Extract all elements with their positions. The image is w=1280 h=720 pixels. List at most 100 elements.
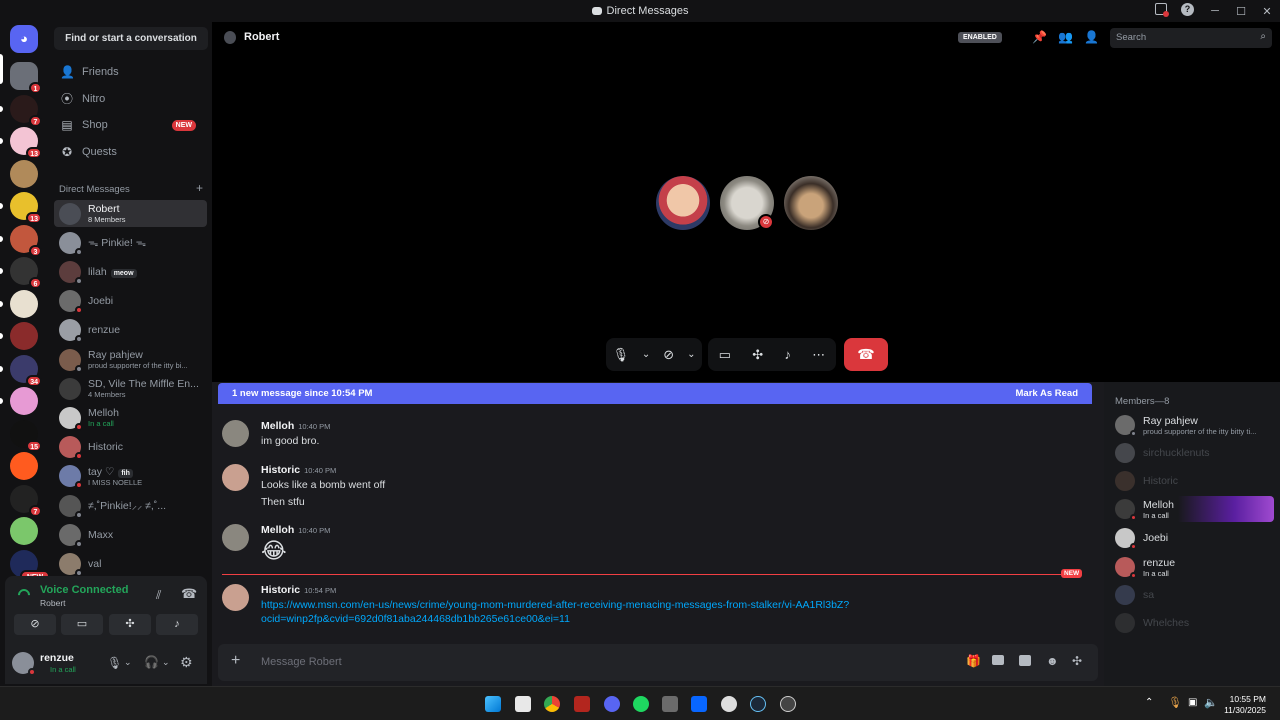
member-item[interactable]: sa [1114,582,1274,608]
calculator-icon[interactable] [662,696,678,712]
message-author[interactable]: Historic 10:54 PM [261,584,336,596]
mark-as-read-button[interactable]: Mark As Read [1016,383,1078,404]
dm-item[interactable]: val [54,550,207,577]
member-item[interactable]: Whelches [1114,610,1274,636]
message-author[interactable]: Melloh 10:40 PM [261,524,330,536]
message-author[interactable]: Historic 10:40 PM [261,464,336,476]
message-input[interactable]: + Message Robert 🎁 ☻ ✣ [218,644,1098,681]
member-item[interactable]: Joebi [1114,525,1274,551]
meta-app-icon[interactable] [691,696,707,712]
server-icon[interactable]: 15 [10,419,42,452]
microphone-icon[interactable]: 🎙 [107,656,122,670]
system-clock[interactable]: 10:55 PM 11/30/2025 [1224,694,1266,716]
discord-home-button[interactable]: ◕ [10,25,38,53]
gift-icon[interactable]: 🎁 [966,654,981,668]
message-link[interactable]: https://www.msn.com/en-us/news/crime/you… [261,599,849,611]
pin-icon[interactable]: 📌 [1032,30,1047,44]
discord-taskbar-icon[interactable] [604,696,620,712]
apps-icon[interactable]: ✣ [1072,654,1082,668]
server-icon[interactable]: 1 [10,62,42,94]
find-conversation-button[interactable]: Find or start a conversation [54,27,208,50]
search-input[interactable]: Search ⌕ [1110,28,1272,48]
server-icon[interactable]: 13 [10,127,42,159]
nav-item-nitro[interactable]: ⦿ Nitro [54,86,208,112]
member-item[interactable]: Historic [1114,468,1274,494]
new-messages-bar[interactable]: 1 new message since 10:54 PM Mark As Rea… [218,383,1092,404]
server-icon[interactable] [10,387,38,415]
network-icon[interactable]: ▣ [1188,697,1197,708]
more-options-icon[interactable]: ⋯ [812,347,825,363]
dm-item[interactable]: tay ♡ fih I MISS NOELLE [54,463,207,490]
server-icon[interactable]: NEW [10,549,50,582]
voice-channel[interactable]: Robert [40,598,66,608]
camera-off-icon[interactable]: ⊘ [663,347,674,363]
member-list-icon[interactable]: 👤 [1084,30,1099,44]
end-call-button[interactable]: ☎ [844,338,888,371]
server-icon[interactable]: 7 [10,484,42,517]
dm-item[interactable]: lilah meow [54,258,207,285]
dm-item[interactable]: Maxx [54,521,207,548]
close-button[interactable]: ✕ [1254,5,1280,18]
activities-icon[interactable]: ✣ [752,347,763,363]
volume-icon[interactable]: 🔈 [1204,696,1218,709]
microphone-tray-icon[interactable]: 🎙 [1168,696,1182,709]
help-icon[interactable]: ? [1181,3,1194,16]
steam-icon[interactable] [750,696,766,712]
avatar[interactable] [12,652,36,676]
server-icon[interactable]: 3 [10,224,42,257]
maximize-button[interactable]: ☐ [1228,5,1254,18]
avatar[interactable] [222,524,249,551]
dm-item[interactable]: SD, Vile The Miffle En... 4 Members [54,375,207,402]
member-item[interactable]: Ray pahjew proud supporter of the itty bi… [1114,412,1274,438]
app-icon[interactable] [721,696,737,712]
chevron-down-icon[interactable]: ⌄ [687,349,695,360]
call-participant-avatar[interactable] [784,176,838,230]
create-dm-button[interactable]: + [196,182,203,195]
emoji-icon[interactable]: ☻ [1046,654,1059,668]
app-icon[interactable] [574,696,590,712]
add-friends-icon[interactable]: 👥 [1058,30,1073,44]
soundboard-button[interactable]: ♪ [156,614,198,635]
avatar[interactable] [222,584,249,611]
gif-icon[interactable] [992,655,1004,665]
file-explorer-icon[interactable] [515,696,531,712]
dm-item[interactable]: Melloh In a call [54,404,207,431]
server-icon[interactable]: 34 [10,354,42,387]
dm-item[interactable]: renzue [54,317,207,344]
app-icon[interactable] [780,696,796,712]
server-icon[interactable] [10,322,38,350]
username[interactable]: renzue [40,652,74,664]
microphone-icon[interactable]: 🎙 [612,347,629,363]
activities-button[interactable]: ✣ [109,614,151,635]
screen-share-icon[interactable]: ▭ [719,347,731,363]
dm-item[interactable]: Joebi [54,288,207,315]
dm-item[interactable]: Historic [54,434,207,461]
signal-icon[interactable] [15,586,33,604]
dm-item[interactable]: ≠,˚Pinkie!⸝⸝ ≠,˚... [54,492,207,519]
server-icon[interactable]: 7 [10,94,42,127]
call-participant-avatar[interactable] [656,176,710,230]
member-item[interactable]: sirchucklenuts [1114,440,1274,466]
server-icon[interactable] [10,289,38,318]
message-link[interactable]: ocid=winp2fp&cvid=692d0f81aba244468db1bb… [261,613,570,625]
server-icon[interactable] [10,517,38,545]
member-item[interactable]: renzue In a call [1114,554,1274,580]
server-icon[interactable]: 13 [10,192,42,224]
chevron-down-icon[interactable]: ⌄ [124,657,132,668]
inbox-alert-icon[interactable] [1155,3,1169,17]
headphones-icon[interactable]: 🎧 [144,655,159,669]
enabled-badge[interactable]: ENABLED [958,32,1002,43]
nav-item-quests[interactable]: ✪ Quests [54,139,208,165]
plus-icon[interactable]: + [231,652,240,670]
server-icon[interactable] [10,452,38,480]
dm-item[interactable]: Ray pahjew proud supporter of the itty bi… [54,346,207,373]
minimize-button[interactable]: ─ [1202,5,1228,17]
dm-item[interactable]: ᯓ Pinkie! ᯓ [54,229,207,256]
soundboard-icon[interactable]: ♪ [784,347,791,362]
server-icon[interactable]: 6 [10,257,42,289]
avatar[interactable] [222,464,249,491]
nav-item-friends[interactable]: 👤 Friends [54,59,208,85]
chevron-down-icon[interactable]: ⌄ [162,657,170,668]
dm-item[interactable]: Robert 8 Members [54,200,207,227]
nav-item-shop[interactable]: ▤ Shop NEW [54,112,208,138]
